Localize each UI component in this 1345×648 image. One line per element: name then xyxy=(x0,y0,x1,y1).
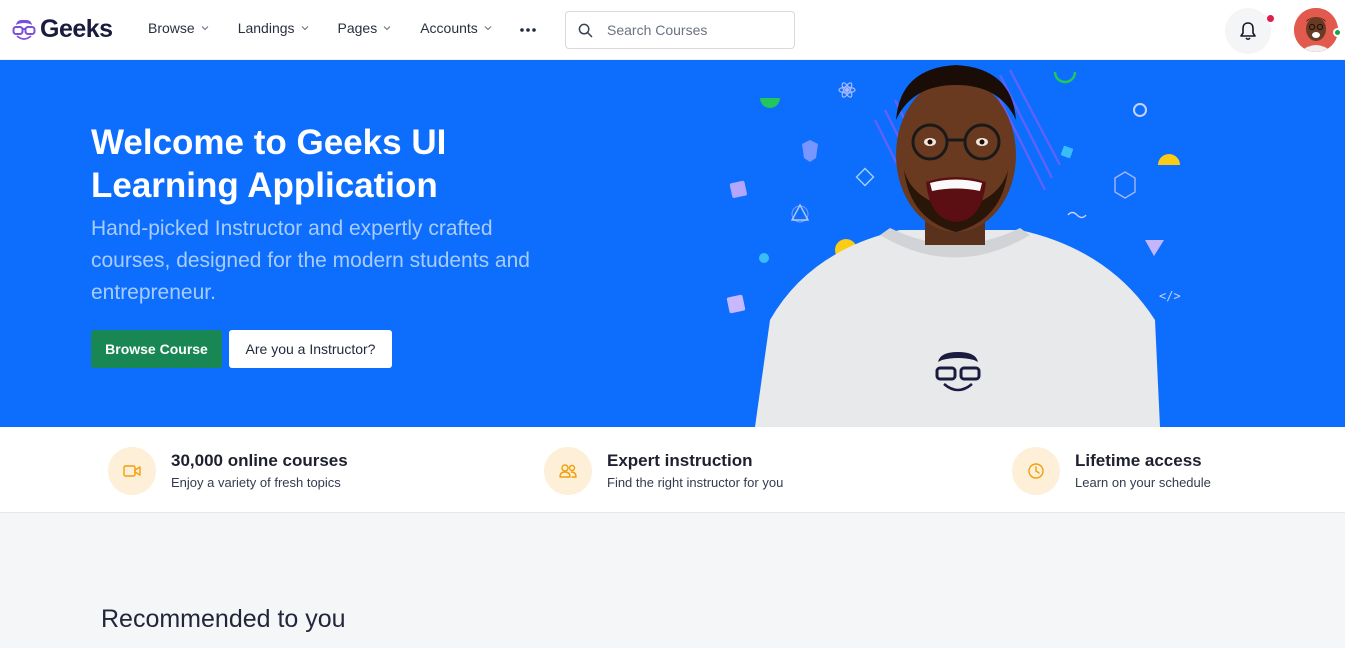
nav-landings-label: Landings xyxy=(237,20,295,36)
cyan-square xyxy=(1060,145,1074,159)
nav-browse-label: Browse xyxy=(148,20,195,36)
javascript-icon xyxy=(726,294,746,314)
online-status-dot xyxy=(1333,28,1342,37)
user-avatar[interactable] xyxy=(1294,8,1338,52)
feature-description: Find the right instructor for you xyxy=(607,475,784,490)
main-nav: Browse Landings Pages Accounts xyxy=(148,20,521,36)
feature-strip: 30,000 online courses Enjoy a variety of… xyxy=(0,427,1345,513)
feature-title: 30,000 online courses xyxy=(171,451,348,470)
hero-illustration: </> xyxy=(726,65,1181,427)
more-menu-button[interactable] xyxy=(519,22,537,43)
blue-dot xyxy=(759,253,769,263)
brand-name: Geeks xyxy=(40,15,113,43)
search-input[interactable] xyxy=(607,22,777,38)
search-icon xyxy=(578,23,593,37)
video-icon xyxy=(123,465,141,477)
nav-accounts-label: Accounts xyxy=(420,20,478,36)
feature-expert-instruction: Expert instruction Find the right instru… xyxy=(544,447,783,495)
feature-title: Lifetime access xyxy=(1075,451,1202,470)
react-icon xyxy=(838,82,856,98)
feature-lifetime-access: Lifetime access Learn on your schedule xyxy=(1012,447,1211,495)
chevron-down-icon xyxy=(383,26,391,31)
browse-course-button[interactable]: Browse Course xyxy=(91,330,222,368)
nav-accounts[interactable]: Accounts xyxy=(420,20,492,36)
green-arc-icon xyxy=(1053,71,1077,84)
sass-icon xyxy=(1067,211,1087,219)
top-navbar: Geeks Browse Landings Pages Accounts xyxy=(0,0,1345,60)
feature-icon-badge xyxy=(1012,447,1060,495)
feature-description: Enjoy a variety of fresh topics xyxy=(171,475,341,490)
angular-icon xyxy=(802,140,818,162)
chevron-down-icon xyxy=(201,26,209,31)
instructor-photo xyxy=(755,65,1160,427)
feature-icon-badge xyxy=(544,447,592,495)
vue-icon xyxy=(1145,240,1164,256)
bell-icon xyxy=(1240,22,1256,41)
laravel-icon xyxy=(1114,171,1136,199)
avatar-image xyxy=(1294,8,1338,52)
feature-description: Learn on your schedule xyxy=(1075,475,1211,490)
green-semicircle-icon xyxy=(760,98,780,108)
more-dots-icon xyxy=(520,28,536,32)
chrome-icon xyxy=(1133,103,1147,117)
graphql-icon xyxy=(790,203,810,221)
nav-pages-label: Pages xyxy=(337,20,378,36)
users-icon xyxy=(559,464,577,478)
feature-online-courses: 30,000 online courses Enjoy a variety of… xyxy=(108,447,348,495)
yellow-semicircle-icon xyxy=(1158,154,1180,165)
feature-icon-badge xyxy=(108,447,156,495)
brand-logo[interactable]: Geeks xyxy=(11,15,113,44)
geeks-logo-icon xyxy=(12,19,36,40)
feature-title: Expert instruction xyxy=(607,451,753,470)
chevron-down-icon xyxy=(301,26,308,31)
code-icon: </> xyxy=(1159,289,1181,303)
search-box xyxy=(565,11,795,49)
notification-badge xyxy=(1267,15,1274,22)
nav-pages[interactable]: Pages xyxy=(338,20,392,36)
instructor-button[interactable]: Are you a Instructor? xyxy=(229,330,392,368)
hero-subtitle: Hand-picked Instructor and expertly craf… xyxy=(91,217,530,304)
notifications-button[interactable] xyxy=(1225,8,1271,54)
chevron-down-icon xyxy=(484,26,492,31)
bootstrap-icon xyxy=(729,180,747,198)
diamond-icon xyxy=(855,167,875,187)
nav-landings[interactable]: Landings xyxy=(238,20,309,36)
hero-banner: Welcome to Geeks UI Learning Application… xyxy=(0,60,1345,427)
recommended-section-title: Recommended to you xyxy=(101,605,346,633)
clock-icon xyxy=(1028,463,1044,479)
hero-title: Welcome to Geeks UI Learning Application xyxy=(91,123,447,205)
nav-browse[interactable]: Browse xyxy=(148,20,209,36)
